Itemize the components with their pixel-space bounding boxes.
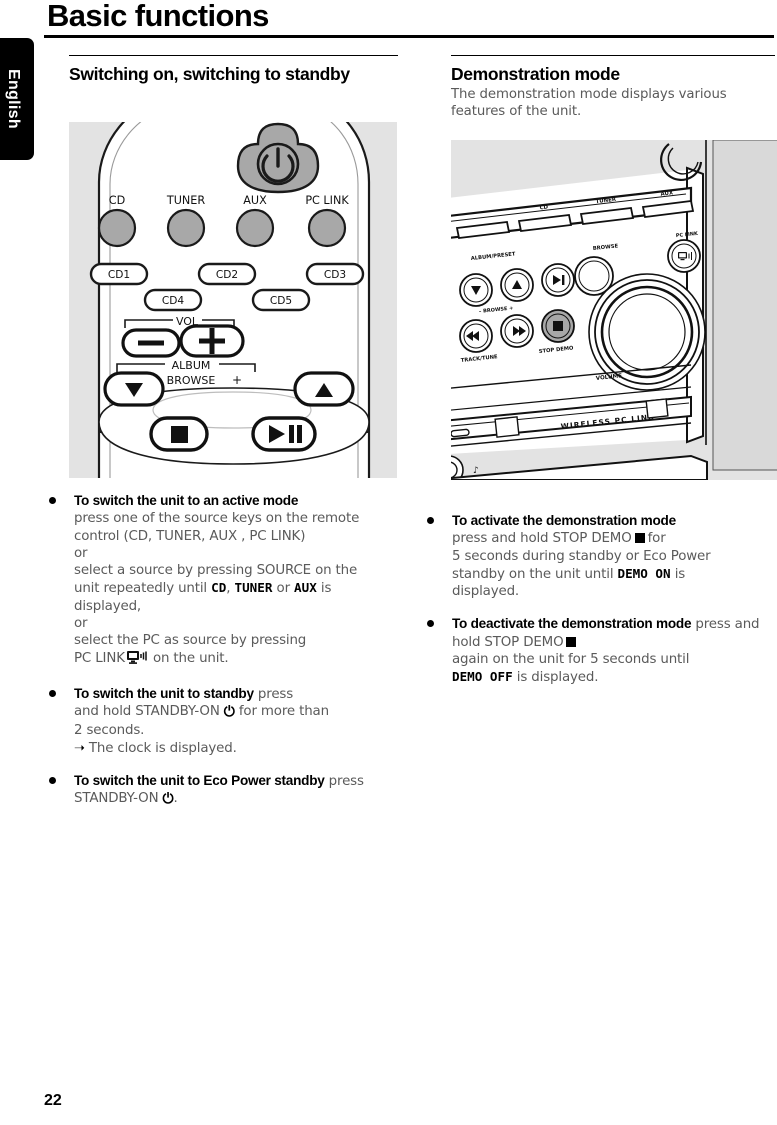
list-item: To switch the unit to standby press and … — [48, 685, 400, 757]
bullet-line: select the PC as source by pressing — [74, 633, 307, 649]
power-standby-icon: ⏻ — [223, 704, 235, 721]
svg-text:CD3: CD3 — [324, 269, 346, 281]
svg-text:CD: CD — [539, 204, 549, 211]
pause-icon-bar-1 — [289, 425, 294, 443]
lcd-term-demo-on: DEMO ON — [617, 565, 671, 581]
svg-text:CD2: CD2 — [216, 269, 238, 281]
bullet-dot — [49, 689, 56, 697]
bullet-lead: To switch the unit to an active mode — [74, 493, 299, 508]
bullet-line: unit repeatedly until — [74, 581, 212, 597]
bullet-line: standby on the unit until — [452, 566, 618, 582]
power-standby-icon: ⏻ — [162, 791, 174, 808]
bullet-line: or — [74, 545, 88, 561]
unit-front-panel-figure: CD TUNER AUX ALBUM/PRESET – BROWSE + TRA… — [451, 140, 777, 480]
bullet-line: displayed, — [74, 598, 142, 614]
svg-text:♪: ♪ — [473, 466, 479, 476]
bullet-line: for more than — [238, 704, 329, 720]
svg-text:PC LINK: PC LINK — [305, 194, 349, 207]
pc-link-icon — [126, 650, 147, 670]
title-divider — [44, 35, 774, 38]
bullet-line: select a source by pressing SOURCE on th… — [74, 563, 358, 579]
bullet-line: for — [647, 531, 666, 547]
lcd-term-aux: AUX — [294, 580, 317, 596]
bullet-lead: To switch the unit to standby — [74, 685, 254, 701]
bullet-result: ➝ The clock is displayed. — [74, 740, 400, 757]
list-item: To deactivate the demonstration mode pre… — [426, 615, 777, 686]
bullet-lead-tail: press — [253, 686, 294, 702]
left-section-heading: Switching on, switching to standby — [69, 64, 350, 84]
right-heading-rule — [451, 55, 775, 56]
lcd-term-cd: CD — [211, 580, 227, 596]
left-bullet-list: To switch the unit to an active mode pre… — [48, 492, 400, 809]
remote-control-figure: CD TUNER AUX PC LINK CD1 CD2 CD3 CD4 CD5… — [69, 122, 397, 478]
bullet-line: or — [74, 616, 88, 632]
svg-text:CD4: CD4 — [162, 295, 185, 307]
lcd-tail: is — [316, 581, 332, 597]
lcd-sep-2: or — [272, 581, 295, 597]
bullet-line: control (CD, TUNER, AUX , PC LINK) — [74, 528, 306, 544]
svg-text:ALBUM: ALBUM — [172, 359, 211, 372]
right-column-body: To activate the demonstration mode press… — [426, 512, 777, 702]
bullet-line: 2 seconds. — [74, 722, 145, 738]
svg-text:AUX: AUX — [243, 194, 267, 207]
bullet-line: is displayed. — [516, 670, 599, 686]
svg-text:CD1: CD1 — [108, 269, 130, 281]
language-tab-label: English — [5, 69, 22, 129]
page-title: Basic functions — [47, 0, 269, 33]
lcd-sep-1: , — [226, 581, 235, 597]
stop-icon — [553, 321, 563, 331]
bullet-line: 5 seconds during standby or Eco Power — [452, 548, 711, 564]
bullet-tail: on the unit. — [148, 650, 229, 666]
bullet-line: again on the unit for 5 seconds until — [452, 652, 690, 668]
bullet-tail: . — [173, 791, 178, 807]
lcd-term-tuner: TUNER — [234, 580, 273, 596]
svg-text:BROWSE: BROWSE — [167, 374, 216, 387]
list-item: To switch the unit to an active mode pre… — [48, 492, 400, 670]
list-item: To activate the demonstration mode press… — [426, 512, 777, 600]
bullet-line: displayed. — [452, 584, 520, 600]
language-tab-english: English — [0, 38, 34, 160]
svg-text:CD5: CD5 — [270, 295, 292, 307]
svg-text:TUNER: TUNER — [166, 194, 205, 207]
bullet-line: and hold STANDBY-ON — [74, 704, 220, 720]
arrow-icon: ➝ — [74, 740, 85, 756]
stop-icon — [171, 426, 188, 443]
svg-text:+: + — [232, 373, 242, 387]
lcd-term-demo-off: DEMO OFF — [452, 669, 513, 685]
bullet-result-text: The clock is displayed. — [88, 740, 237, 756]
list-item: To switch the unit to Eco Power standby … — [48, 772, 400, 809]
page-number: 22 — [44, 1092, 62, 1109]
bullet-line: PC LINK — [74, 650, 125, 666]
stop-square-icon — [566, 636, 577, 647]
bullet-lead: To deactivate the demonstration mode — [452, 616, 692, 632]
right-column: Demonstration mode The demonstration mod… — [451, 55, 777, 120]
bullet-dot — [427, 620, 434, 628]
left-column-body: To switch the unit to an active mode pre… — [48, 492, 400, 824]
right-bullet-list: To activate the demonstration mode press… — [426, 512, 777, 687]
bullet-dot — [427, 517, 434, 524]
bullet-lead: To activate the demonstration mode — [452, 513, 676, 528]
bullet-dot — [49, 497, 56, 504]
bullet-lead: To switch the unit to Eco Power standby — [74, 773, 325, 789]
bullet-line: press one of the source keys on the remo… — [74, 511, 360, 527]
svg-text:CD: CD — [109, 194, 125, 207]
pause-icon-bar-2 — [297, 425, 302, 443]
bullet-line: press and hold STOP DEMO — [452, 531, 632, 547]
bullet-dot — [49, 777, 56, 785]
left-heading-rule — [69, 55, 398, 56]
stop-square-icon — [634, 533, 645, 544]
right-section-heading: Demonstration mode — [451, 64, 620, 84]
bullet-line: is — [674, 566, 686, 582]
right-section-intro: The demonstration mode displays various … — [451, 87, 727, 119]
left-column: Switching on, switching to standby — [69, 55, 398, 86]
